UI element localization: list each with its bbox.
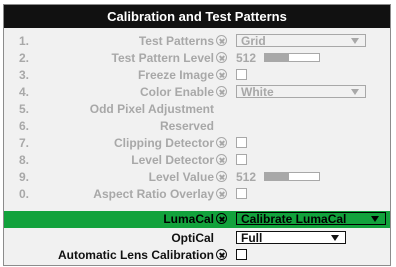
optical-select[interactable]: Full [236,230,346,245]
dropdown-arrow-icon [331,235,339,241]
row-lumacal[interactable]: LumaCal Calibrate LumaCal [4,211,390,228]
row-level-value[interactable]: 9. Level Value 512 [4,169,390,185]
row-label: Reserved [159,119,214,133]
aspect-ratio-overlay-checkbox[interactable] [236,188,247,199]
lock-icon [216,52,227,63]
test-patterns-select[interactable]: Grid [236,33,366,48]
row-freeze-image[interactable]: 3. Freeze Image [4,67,390,83]
automatic-lens-calibration-checkbox[interactable] [236,249,247,260]
lock-icon [216,35,227,46]
lock-icon [216,249,227,260]
select-value: Calibrate LumaCal [241,211,347,226]
level-value: 512 [236,50,257,65]
row-aspect-ratio-overlay[interactable]: 0. Aspect Ratio Overlay [4,186,390,202]
row-number: 6. [19,119,30,133]
row-number: 5. [19,102,30,116]
row-label: Level Detector [131,153,214,167]
lock-icon [216,213,227,224]
calibration-panel: Calibration and Test Patterns 1. Test Pa… [3,4,391,266]
row-test-pattern-level[interactable]: 2. Test Pattern Level 512 [4,50,390,66]
row-label: Clipping Detector [113,136,214,150]
dropdown-arrow-icon [351,89,359,95]
row-label: Aspect Ratio Overlay [93,187,214,201]
row-number: 7. [19,136,30,150]
clipping-detector-checkbox[interactable] [236,137,247,148]
row-number: 8. [19,153,30,167]
slider-fill [265,173,290,180]
dropdown-arrow-icon [351,38,359,44]
dropdown-arrow-icon [371,216,379,222]
row-number: 9. [19,170,30,184]
lock-icon [216,154,227,165]
row-label: Automatic Lens Calibration [57,248,214,262]
row-label: Color Enable [139,85,214,99]
slider-fill [265,54,290,61]
level-value: 512 [236,169,257,184]
row-clipping-detector[interactable]: 7. Clipping Detector [4,135,390,151]
row-number: 1. [19,34,30,48]
select-value: Full [241,230,263,245]
level-detector-checkbox[interactable] [236,154,247,165]
lock-icon [216,188,227,199]
row-level-detector[interactable]: 8. Level Detector [4,152,390,168]
row-label: LumaCal [163,212,214,226]
row-automatic-lens-calibration[interactable]: Automatic Lens Calibration [4,247,390,263]
select-value: Grid [241,33,266,48]
row-optical[interactable]: OptiCal Full [4,230,390,246]
lock-icon [216,171,227,182]
row-test-patterns[interactable]: 1. Test Patterns Grid [4,33,390,49]
row-number: 0. [19,187,30,201]
row-label: Odd Pixel Adjustment [89,102,214,116]
row-label: Test Pattern Level [111,51,214,65]
row-odd-pixel-adjustment[interactable]: 5. Odd Pixel Adjustment [4,101,390,117]
lock-icon [216,86,227,97]
color-enable-select[interactable]: White [236,84,366,99]
select-value: White [241,84,274,99]
level-slider[interactable] [264,53,321,62]
row-label: Freeze Image [137,68,214,82]
row-label: Test Patterns [138,34,214,48]
row-number: 2. [19,51,30,65]
row-number: 4. [19,85,30,99]
lock-icon [216,69,227,80]
lock-icon [216,137,227,148]
row-number: 3. [19,68,30,82]
row-reserved: 6. Reserved [4,118,390,134]
row-label: Level Value [148,170,214,184]
panel-title: Calibration and Test Patterns [4,5,390,28]
row-label: OptiCal [171,231,214,245]
row-color-enable[interactable]: 4. Color Enable White [4,84,390,100]
level-slider[interactable] [264,172,321,181]
freeze-image-checkbox[interactable] [236,69,247,80]
lumacal-select[interactable]: Calibrate LumaCal [236,211,386,226]
